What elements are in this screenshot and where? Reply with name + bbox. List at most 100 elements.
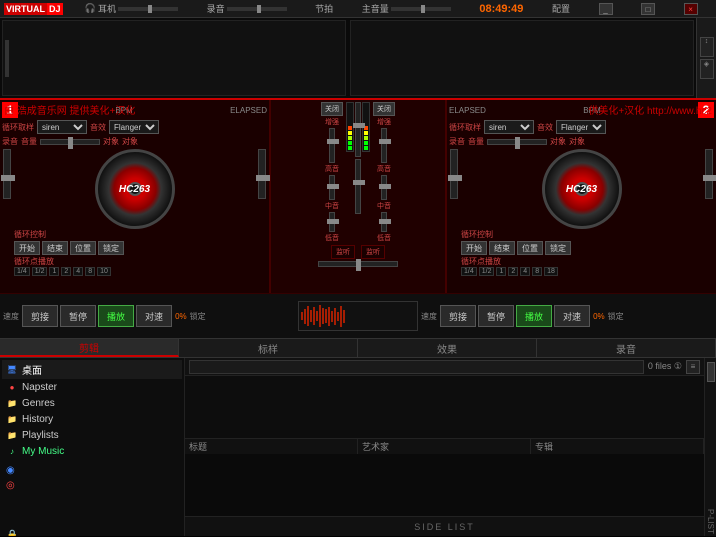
deck2-beat-16[interactable]: 18 [544, 267, 558, 276]
deck1-beat-row: 1/4 1/2 1 2 4 8 10 [14, 267, 255, 276]
deck2-pause-btn[interactable]: 暂停 [478, 305, 514, 327]
config-ctrl[interactable]: 配置 [552, 2, 570, 15]
maximize-button[interactable]: □ [641, 3, 655, 15]
deck2-beat-4[interactable]: 4 [520, 267, 530, 276]
mixer-main-fader-l[interactable] [355, 102, 361, 157]
deck2-pitch-slider-left[interactable] [450, 149, 458, 199]
sidebar-extra-1[interactable]: ◉ [2, 463, 182, 478]
deck1-beat-1/4[interactable]: 1/4 [14, 267, 30, 276]
mixer-low-fader-r2[interactable] [381, 212, 387, 232]
deck1-volume-fader[interactable] [40, 139, 100, 145]
minimize-button[interactable]: _ [599, 3, 613, 15]
sidebar-item-playlists[interactable]: 📁 Playlists [2, 427, 182, 443]
eq-ctrl[interactable]: 节拍 [315, 2, 333, 15]
deck2-target1[interactable]: 对象 [550, 136, 566, 147]
mixer-listen1-btn[interactable]: 监听 [331, 245, 355, 259]
tab-sort[interactable]: 标样 [179, 339, 358, 357]
mixer-low-fader-l[interactable] [329, 212, 335, 232]
deck1-main: HC263 循环控制 开始 结束 位置 锁定 循环点播放 [14, 149, 255, 276]
deck1-beat-2[interactable]: 2 [61, 267, 71, 276]
deck1-pitch-slider[interactable] [3, 149, 11, 199]
deck1-turntable[interactable]: HC263 [95, 149, 175, 229]
browser-scrollbar[interactable]: P-LIST [704, 358, 716, 536]
deck2-transport-right-inner: 剪接 暂停 播放 对速 [440, 305, 590, 327]
deck2-target2[interactable]: 对象 [569, 136, 585, 147]
deck2-cut-btn[interactable]: 剪接 [440, 305, 476, 327]
deck2-start-btn[interactable]: 开始 [461, 241, 487, 255]
record-slider[interactable] [227, 7, 287, 11]
deck1-pause-btn[interactable]: 暂停 [60, 305, 96, 327]
deck2-pos-btn[interactable]: 位置 [517, 241, 543, 255]
deck1-beat-1[interactable]: 1 [49, 267, 59, 276]
deck1-lock-label[interactable]: 锁定 [190, 311, 206, 322]
mixer-mid-fader-l[interactable] [329, 175, 335, 200]
tab-search[interactable]: 剪辑 [0, 339, 179, 357]
deck2-pitch-slider[interactable] [705, 149, 713, 199]
deck2-lock-label[interactable]: 锁定 [608, 311, 624, 322]
deck2-turntable[interactable]: HC263 [542, 149, 622, 229]
deck1-end-btn[interactable]: 结束 [42, 241, 68, 255]
deck1-pos-btn[interactable]: 位置 [70, 241, 96, 255]
sidebar-item-genres[interactable]: 📁 Genres [2, 395, 182, 411]
sidebar-item-mymusic[interactable]: ♪ My Music [2, 443, 182, 459]
deck1-fx-select[interactable]: Flanger [109, 120, 159, 134]
mixer-listen2-btn[interactable]: 监听 [361, 245, 385, 259]
mixer-mid-fader-r2[interactable] [381, 175, 387, 200]
mixer-close2-btn[interactable]: 关闭 [373, 102, 395, 116]
mixer-crossfader[interactable] [318, 261, 398, 267]
deck2-sync-btn[interactable]: 对速 [554, 305, 590, 327]
close-button[interactable]: × [684, 3, 698, 15]
deck-2: ELAPSED BPM 2 循环取样 siren 音效 Flanger 录音 音… [446, 100, 716, 293]
top-controls: 🎧 耳机 录音 节拍 主音量 08:49:49 配置 _ □ × [67, 2, 716, 15]
record-ctrl[interactable]: 录音 [207, 2, 287, 15]
deck2-beat-1/4[interactable]: 1/4 [461, 267, 477, 276]
sidebar-extra-2[interactable]: ◎ [2, 478, 182, 493]
master-ctrl[interactable]: 主音量 [362, 2, 451, 15]
deck1-target1[interactable]: 对象 [103, 136, 119, 147]
sidebar-item-history[interactable]: 📁 History [2, 411, 182, 427]
mixer-main-fader-r[interactable] [355, 159, 361, 214]
mixer-high-fader-r[interactable] [381, 128, 387, 163]
master-slider[interactable] [391, 7, 451, 11]
browser-view-btn[interactable]: ≡ [686, 360, 700, 374]
deck1-beat-4[interactable]: 4 [73, 267, 83, 276]
deck1-target2[interactable]: 对象 [122, 136, 138, 147]
deck1-sync-btn[interactable]: 对速 [136, 305, 172, 327]
mixer-close1-btn[interactable]: 关闭 [321, 102, 343, 116]
tab-record[interactable]: 录音 [537, 339, 716, 357]
deck1-play-btn[interactable]: 播放 [98, 305, 134, 327]
sidebar-item-desktop[interactable]: 🖥 桌面 [2, 360, 182, 379]
deck1-beat-16[interactable]: 10 [97, 267, 111, 276]
deck2-volume-fader[interactable] [487, 139, 547, 145]
deck1-lock-btn2[interactable]: 锁定 [98, 241, 124, 255]
deck1-beat-1/2[interactable]: 1/2 [32, 267, 48, 276]
deck1-loop-select[interactable]: siren [37, 120, 87, 134]
deck2-fx-select[interactable]: Flanger [556, 120, 606, 134]
deck2-beat-1/2[interactable]: 1/2 [479, 267, 495, 276]
deck2-loop-select[interactable]: siren [484, 120, 534, 134]
tab-fx[interactable]: 效果 [358, 339, 537, 357]
deck1-pitch-slider-right[interactable] [258, 149, 266, 199]
deck2-loop-play-label: 循环点播放 [461, 256, 501, 267]
deck2-beat-8[interactable]: 8 [532, 267, 542, 276]
headphones-slider[interactable] [118, 7, 178, 11]
vpanel-btn-1[interactable]: ↕ [700, 37, 714, 57]
vpanel-btn-2[interactable]: ◈ [700, 59, 714, 79]
deck1-beat-8[interactable]: 8 [85, 267, 95, 276]
browser-search-input[interactable] [189, 360, 644, 374]
headphones-ctrl[interactable]: 🎧 耳机 [85, 2, 178, 15]
deck2-loop-ctrl-label: 循环控制 [461, 229, 493, 240]
deck2-lock-btn2[interactable]: 锁定 [545, 241, 571, 255]
browser-scroll-handle[interactable] [707, 362, 715, 382]
deck2-play-btn[interactable]: 播放 [516, 305, 552, 327]
deck1-cut-btn[interactable]: 剪接 [22, 305, 58, 327]
video-section: ↕ ◈ [0, 18, 716, 98]
deck2-end-btn[interactable]: 结束 [489, 241, 515, 255]
mixer-high-fader-l[interactable] [329, 128, 335, 163]
extra-icon-2: ◎ [6, 480, 15, 491]
deck2-beat-1[interactable]: 1 [496, 267, 506, 276]
deck1-start-btn[interactable]: 开始 [14, 241, 40, 255]
deck2-beat-2[interactable]: 2 [508, 267, 518, 276]
sidebar-item-napster[interactable]: ● Napster [2, 379, 182, 395]
deck2-vol-label: 音量 [468, 136, 484, 147]
